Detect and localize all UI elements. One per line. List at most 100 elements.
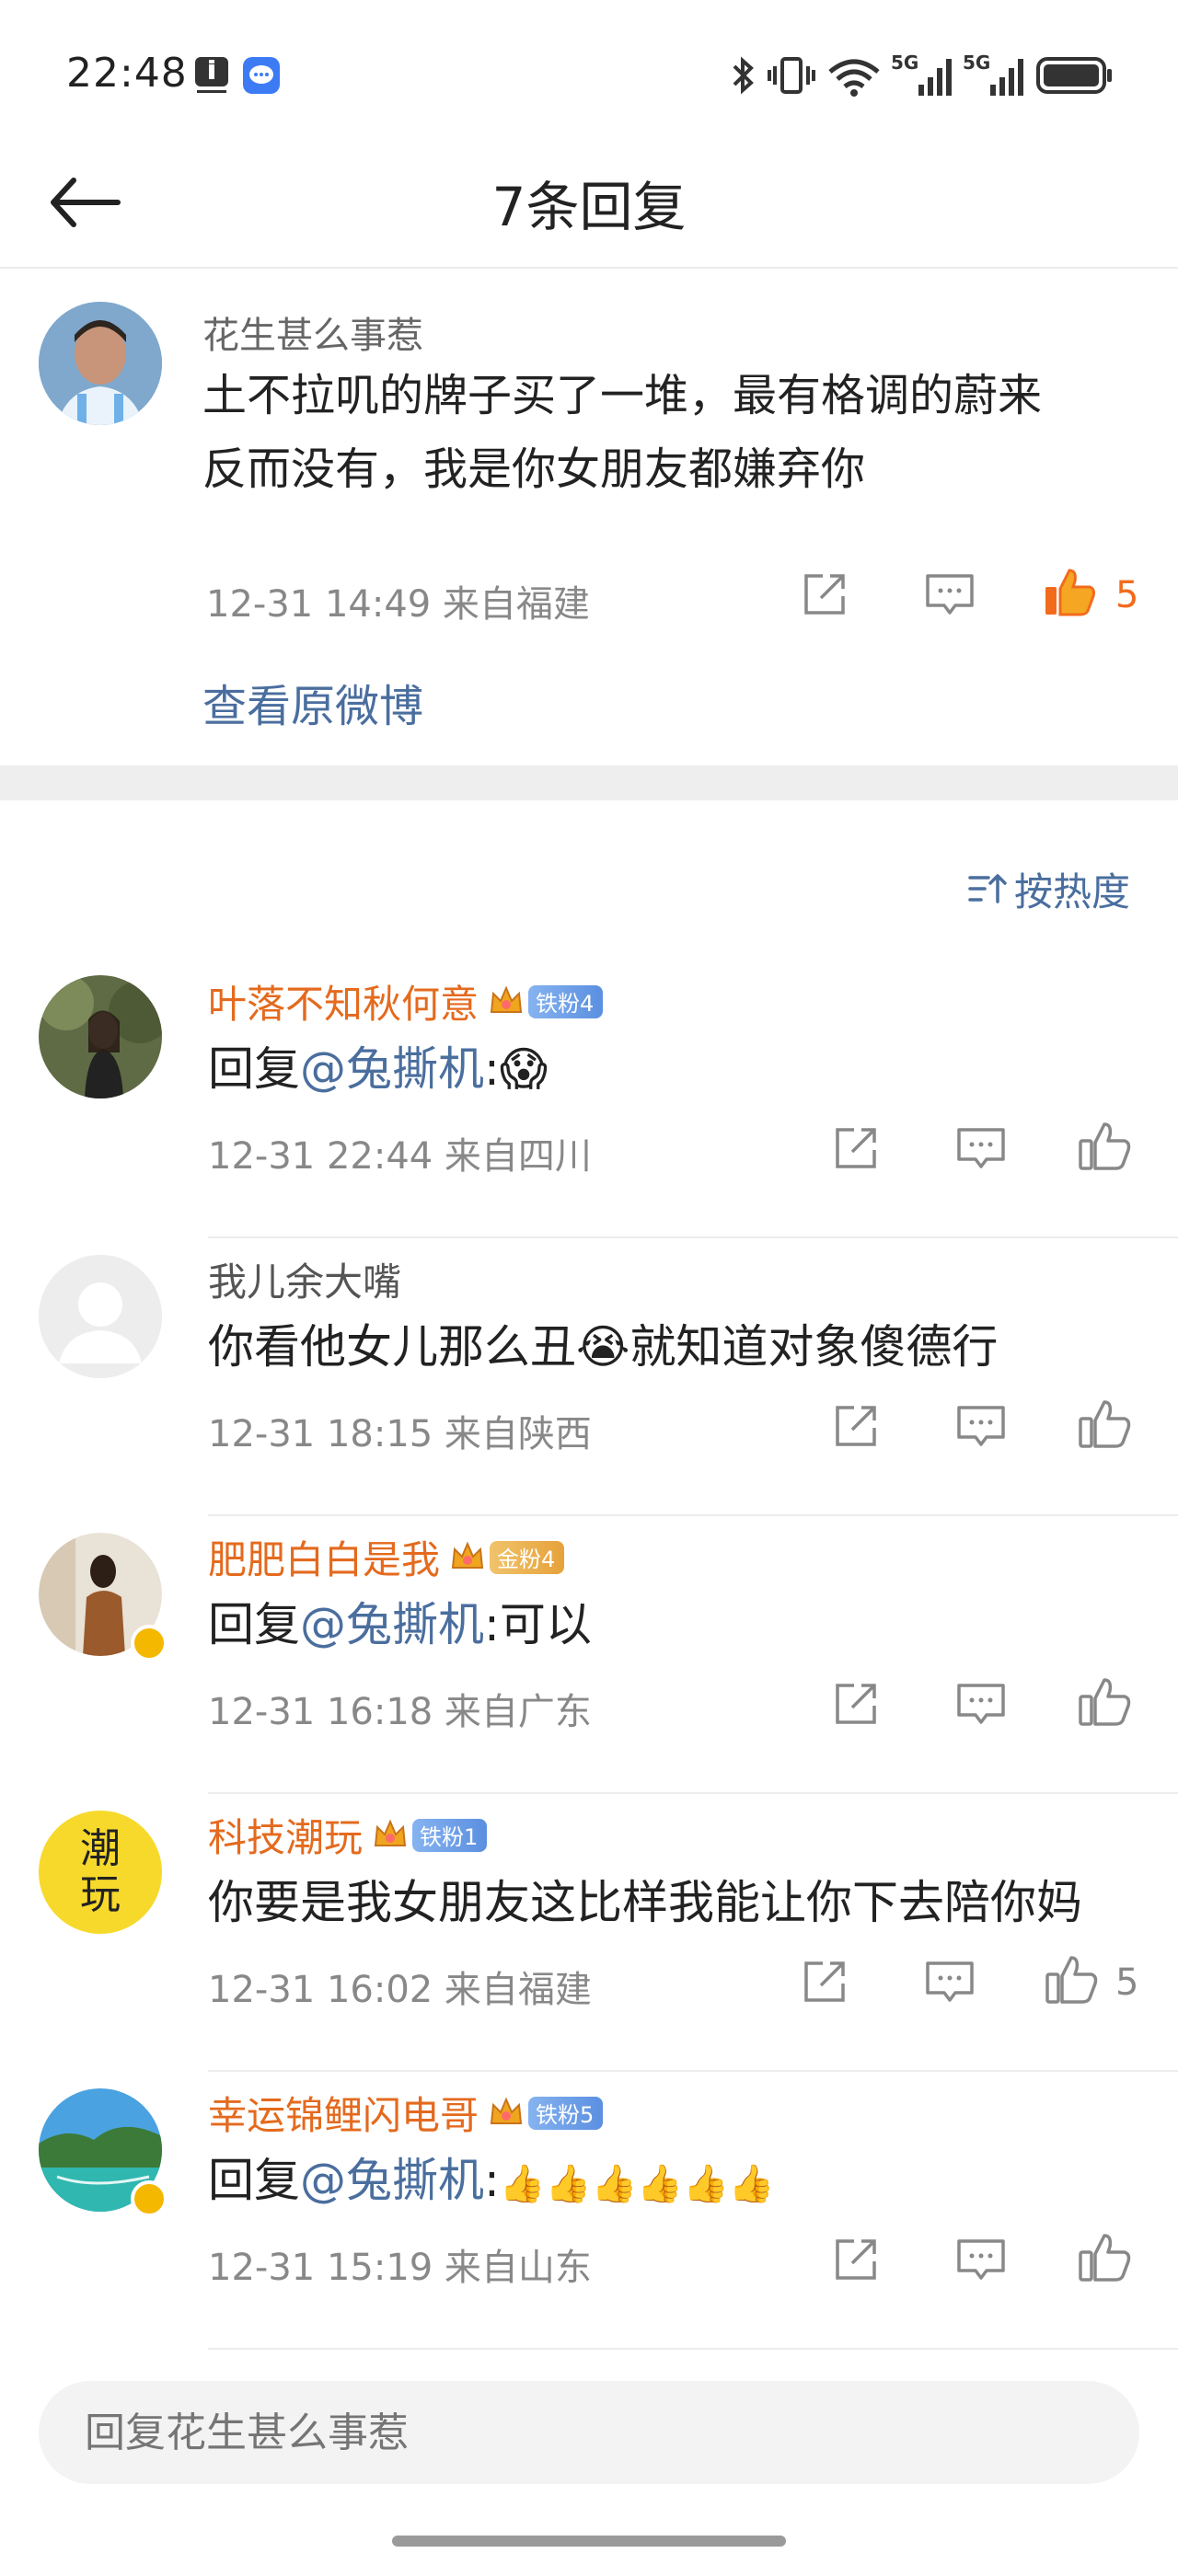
vibrate-icon (768, 57, 815, 94)
emoji: 😭 (576, 1320, 630, 1374)
like-button[interactable] (1077, 1398, 1132, 1454)
like-button[interactable] (1042, 567, 1097, 622)
reply-username[interactable]: 我儿余大嘴 (208, 1251, 401, 1307)
status-time: 22:48 (66, 50, 188, 97)
share-icon (836, 1128, 876, 1168)
thumbs-up-icon (1045, 1956, 1098, 2004)
divider (208, 2348, 1178, 2350)
fan-badge: 铁粉4 (528, 984, 604, 1018)
reply-username[interactable]: 肥肥白白是我 金粉4 (208, 1529, 565, 1585)
fan-crown-icon (490, 2096, 523, 2124)
avatar[interactable] (39, 2088, 167, 2217)
reply-text: 回复@兔撕机:可以 (208, 1598, 592, 1651)
reply-item: 潮玩 科技潮玩 铁粉1 你要是我女朋友这比样我能让你下去陪你妈 12-31 16… (0, 1794, 1178, 2072)
thumbs-up-icon (1079, 1122, 1131, 1170)
reply-item: 我儿余大嘴 你看他女儿那么丑😭就知道对象傻德行 12-31 18:15 来自陕西 (0, 1238, 1178, 1516)
share-icon (804, 574, 845, 615)
wifi-icon (828, 59, 880, 97)
reply-text: 回复@兔撕机:😱 (208, 1042, 548, 1096)
verified-badge-icon (131, 1625, 167, 1662)
sort-icon (968, 874, 1007, 903)
status-bar: 22:48 5G 5G (0, 0, 1178, 138)
like-button[interactable] (1077, 2232, 1132, 2287)
sort-label: 按热度 (1014, 868, 1131, 914)
fan-crown-icon (374, 1818, 407, 1846)
bluetooth-icon (733, 56, 754, 95)
comment-icon (957, 2239, 1005, 2280)
reply-meta: 12-31 16:02 来自福建 (208, 1969, 592, 2011)
thumbs-up-icon (1079, 1678, 1131, 1726)
signal-5g-icon: 5G (963, 52, 1027, 103)
share-button[interactable] (832, 1402, 884, 1454)
comment-button[interactable] (924, 1958, 976, 2009)
post-meta: 12-31 14:49 来自福建 (206, 583, 590, 626)
thumbs-up-icon (1079, 1400, 1131, 1448)
post-text-line1: 土不拉叽的牌子买了一堆，最有格调的蔚来 (202, 370, 1043, 421)
reply-meta: 12-31 18:15 来自陕西 (208, 1413, 592, 1455)
share-button[interactable] (832, 2236, 884, 2287)
original-post: 花生甚么事惹 土不拉叽的牌子买了一堆，最有格调的蔚来 反而没有，我是你女朋友都嫌… (0, 269, 1178, 765)
share-button[interactable] (801, 1958, 852, 2009)
share-button[interactable] (832, 1680, 884, 1731)
reply-username[interactable]: 叶落不知秋何意 铁粉4 (208, 973, 604, 1029)
like-count: 5 (1115, 574, 1139, 616)
comment-icon (926, 574, 974, 615)
fan-badge: 金粉4 (490, 1540, 565, 1574)
reply-meta: 12-31 15:19 来自山东 (208, 2247, 592, 2289)
page-title: 7条回复 (491, 176, 687, 238)
like-button[interactable] (1044, 1954, 1099, 2009)
comment-icon (926, 1961, 974, 2002)
notification-icon (195, 57, 228, 93)
reply-text: 回复@兔撕机:👍👍👍👍👍👍 (208, 2154, 775, 2207)
fan-badge: 铁粉1 (412, 1818, 488, 1852)
reply-text: 你要是我女朋友这比样我能让你下去陪你妈 (208, 1876, 1082, 1929)
mention-link[interactable]: @兔撕机 (300, 2154, 484, 2207)
signal-5g-icon: 5G (891, 52, 955, 103)
reply-username[interactable]: 幸运锦鲤闪电哥 铁粉5 (208, 2085, 604, 2141)
reply-meta: 12-31 16:18 来自广东 (208, 1691, 592, 1733)
share-icon (836, 2239, 876, 2280)
message-icon (243, 57, 280, 94)
post-text-line2: 反而没有，我是你女朋友都嫌弃你 (202, 443, 866, 495)
comment-icon (957, 1406, 1005, 1446)
share-icon (804, 1961, 845, 2002)
emoji: 👍👍👍👍👍👍 (499, 2163, 775, 2205)
verified-badge-icon (131, 2180, 167, 2217)
reply-item: 肥肥白白是我 金粉4 回复@兔撕机:可以 12-31 16:18 来自广东 (0, 1516, 1178, 1794)
home-indicator[interactable] (392, 2536, 786, 2547)
mention-link[interactable]: @兔撕机 (300, 1042, 484, 1096)
comment-button[interactable] (955, 1402, 1007, 1454)
like-button[interactable] (1077, 1121, 1132, 1176)
reply-item: 叶落不知秋何意 铁粉4 回复@兔撕机:😱 12-31 22:44 来自四川 (0, 960, 1178, 1238)
comment-icon (957, 1684, 1005, 1724)
comment-icon (957, 1128, 1005, 1168)
reply-text: 你看他女儿那么丑😭就知道对象傻德行 (208, 1320, 999, 1374)
avatar-text: 潮玩 (80, 1825, 121, 1918)
comment-button[interactable] (924, 570, 976, 622)
post-username[interactable]: 花生甚么事惹 (202, 305, 423, 359)
battery-icon (1036, 57, 1112, 94)
avatar[interactable]: 潮玩 (39, 1811, 162, 1934)
share-button[interactable] (832, 1124, 884, 1176)
avatar[interactable] (39, 1533, 167, 1662)
comment-button[interactable] (955, 1680, 1007, 1731)
view-original-link[interactable]: 查看原微博 (202, 670, 423, 734)
fan-crown-icon (490, 984, 523, 1013)
comment-button[interactable] (955, 2236, 1007, 2287)
mention-link[interactable]: @兔撕机 (300, 1598, 484, 1651)
comment-input[interactable] (39, 2381, 1139, 2484)
reply-username[interactable]: 科技潮玩 铁粉1 (208, 1807, 488, 1863)
sort-toggle[interactable]: 按热度 (966, 861, 1130, 916)
section-divider (0, 765, 1178, 800)
share-button[interactable] (801, 570, 852, 622)
fan-badge: 铁粉5 (528, 2096, 604, 2130)
avatar[interactable] (39, 975, 162, 1098)
like-button[interactable] (1077, 1676, 1132, 1731)
share-icon (836, 1406, 876, 1446)
thumbs-up-icon (1079, 2234, 1131, 2282)
comment-button[interactable] (955, 1124, 1007, 1176)
fan-crown-icon (451, 1540, 484, 1569)
reply-item: 幸运锦鲤闪电哥 铁粉5 回复@兔撕机:👍👍👍👍👍👍 12-31 15:19 来自… (0, 2072, 1178, 2350)
avatar[interactable] (39, 1255, 162, 1378)
avatar[interactable] (39, 302, 162, 425)
